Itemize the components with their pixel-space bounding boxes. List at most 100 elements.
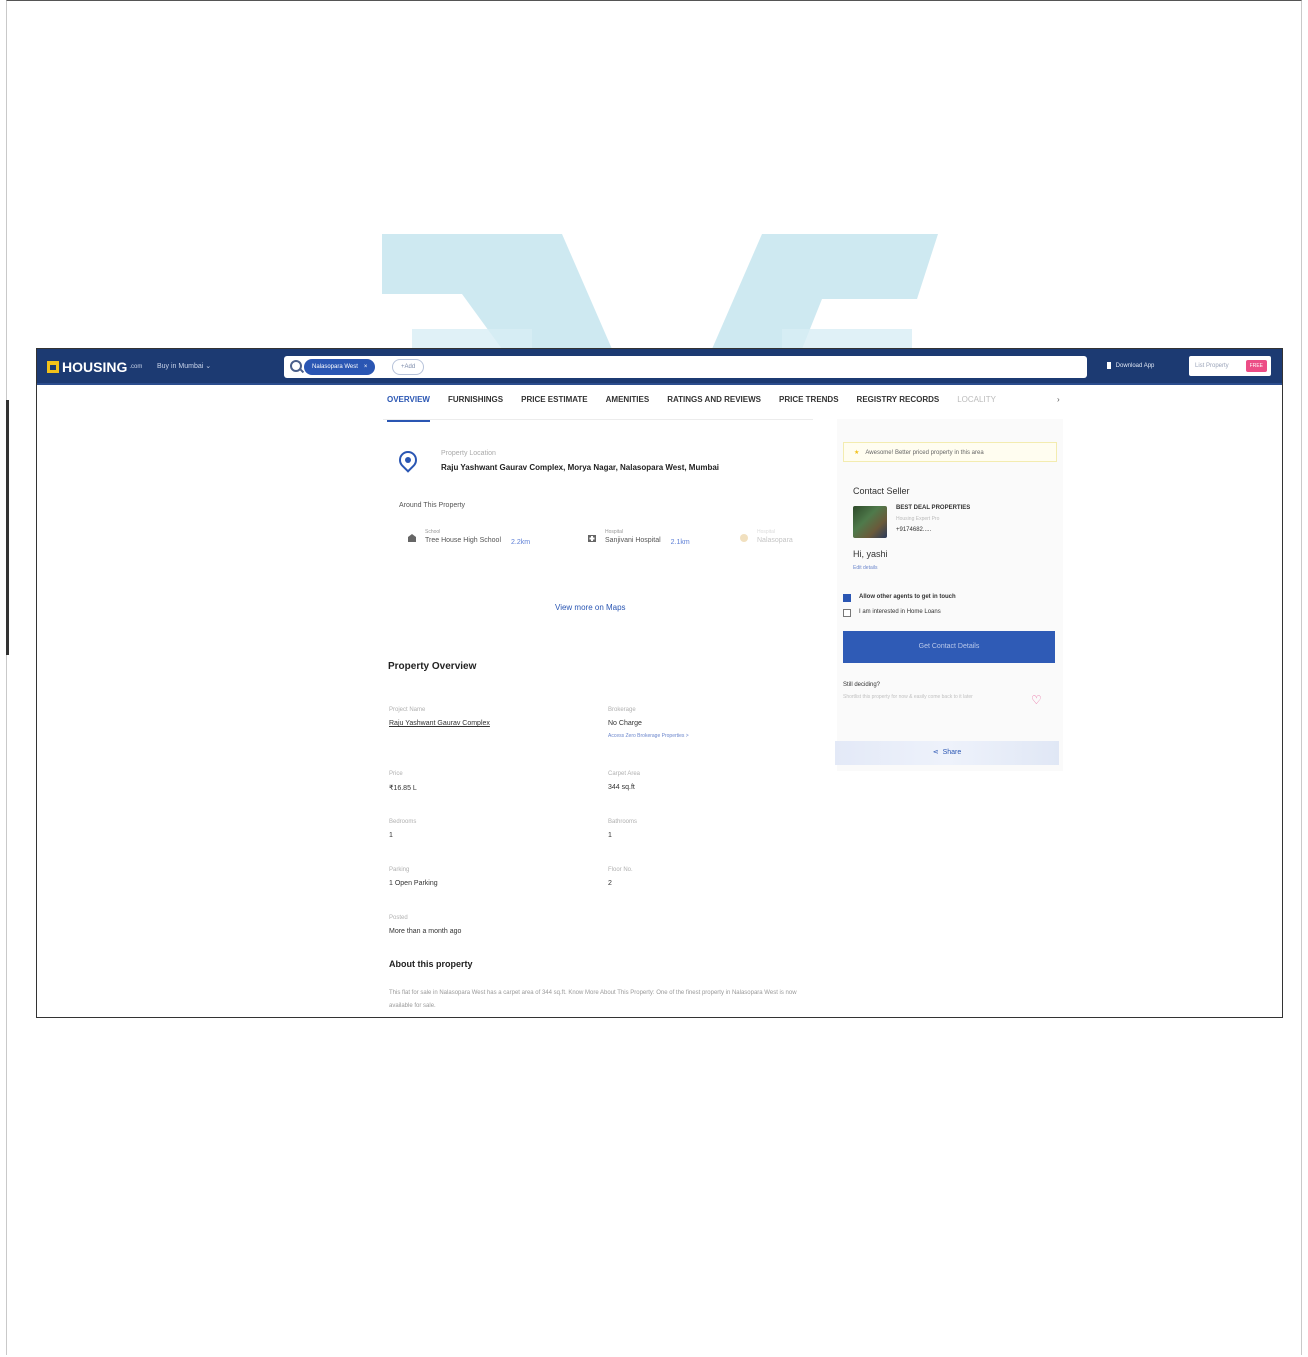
logo-text: HOUSING	[62, 359, 128, 375]
still-deciding-title: Still deciding?	[843, 682, 881, 688]
nearby-item[interactable]: Hospital Sanjivani Hospital 2.1km	[587, 529, 690, 546]
close-icon[interactable]: ×	[364, 359, 368, 375]
field-project-name: Project Name Raju Yashwant Gaurav Comple…	[389, 707, 490, 727]
nearby-category: Hospital	[757, 529, 776, 535]
field-label: Bathrooms	[608, 819, 638, 825]
project-name-link[interactable]: Raju Yashwant Gaurav Complex	[389, 720, 490, 727]
search-chip[interactable]: Nalasopara West ×	[304, 359, 376, 375]
chevron-down-icon: ⌄	[205, 363, 212, 370]
zero-brokerage-link[interactable]: Access Zero Brokerage Properties >	[608, 733, 689, 739]
nearby-category: Hospital	[605, 529, 624, 535]
share-icon: ⋖	[932, 749, 939, 756]
nearby-name: Nalasopara	[757, 537, 793, 544]
field-parking: Parking 1 Open Parking	[389, 867, 438, 887]
city-label: Buy in Mumbai	[157, 363, 204, 370]
overview-title: Property Overview	[388, 661, 477, 672]
logo-suffix: .com	[129, 364, 143, 370]
home-loan-checkbox[interactable]	[843, 609, 851, 617]
search-bar[interactable]: Nalasopara West × +Add	[284, 356, 1087, 378]
promo-banner: ★ Awesome! Better priced property in this…	[843, 442, 1057, 462]
margin-mark	[6, 400, 9, 655]
nearby-item[interactable]: School Tree House High School 2.2km	[407, 529, 530, 546]
field-label: Floor No.	[608, 867, 633, 873]
search-chip-label: Nalasopara West	[312, 364, 358, 370]
nearby-category: School	[425, 529, 441, 535]
field-value: 2	[608, 880, 612, 887]
tab-locality[interactable]: LOCALITY	[957, 395, 996, 422]
field-bathrooms: Bathrooms 1	[608, 819, 637, 839]
school-icon	[407, 533, 417, 543]
field-label: Project Name	[389, 707, 426, 713]
tab-ratings-reviews[interactable]: RATINGS AND REVIEWS	[667, 395, 761, 422]
tab-price-estimate[interactable]: PRICE ESTIMATE	[521, 395, 588, 422]
view-more-maps-link[interactable]: View more on Maps	[555, 603, 626, 612]
seller-phone: +9174682.....	[896, 527, 932, 533]
home-loan-label: I am interested in Home Loans	[859, 609, 941, 615]
property-address: Raju Yashwant Gaurav Complex, Morya Naga…	[441, 463, 720, 472]
get-contact-details-button[interactable]: Get Contact Details	[843, 631, 1055, 663]
location-label: Property Location	[441, 450, 496, 457]
section-tabs: OVERVIEW FURNISHINGS PRICE ESTIMATE AMEN…	[387, 395, 996, 422]
field-label: Brokerage	[608, 707, 636, 713]
heart-icon[interactable]: ♡	[1031, 693, 1042, 707]
field-floor: Floor No. 2	[608, 867, 633, 887]
add-locality-button[interactable]: +Add	[392, 359, 425, 375]
field-brokerage: Brokerage No Charge Access Zero Brokerag…	[608, 707, 689, 739]
share-button[interactable]: ⋖ Share	[835, 741, 1059, 765]
seller-avatar	[853, 506, 887, 538]
tab-divider	[383, 419, 813, 420]
nearby-item[interactable]: Hospital Nalasopara	[739, 529, 793, 544]
tab-overview[interactable]: OVERVIEW	[387, 395, 430, 422]
field-label: Bedrooms	[389, 819, 417, 825]
tab-price-trends[interactable]: PRICE TRENDS	[779, 395, 839, 422]
around-title: Around This Property	[399, 502, 466, 509]
chevron-right-icon[interactable]: ›	[1057, 395, 1060, 404]
location-pin-icon	[395, 447, 421, 473]
field-value: ₹16.85 L	[389, 785, 417, 792]
download-app-link[interactable]: Download App	[1107, 362, 1154, 369]
field-label: Parking	[389, 867, 410, 873]
star-icon: ★	[854, 450, 860, 456]
tab-furnishings[interactable]: FURNISHINGS	[448, 395, 503, 422]
list-property-label: List Property	[1195, 363, 1229, 369]
promo-text: Awesome! Better priced property in this …	[865, 450, 984, 456]
search-icon	[290, 360, 302, 372]
contact-seller-title: Contact Seller	[853, 486, 910, 496]
header-bar: HOUSING .com Buy in Mumbai ⌄ Nalasopara …	[37, 349, 1282, 385]
download-app-label: Download App	[1115, 363, 1155, 370]
field-value: 344 sq.ft	[608, 784, 635, 791]
field-value: 1	[389, 832, 393, 839]
tab-registry-records[interactable]: REGISTRY RECORDS	[857, 395, 940, 422]
edit-details-link[interactable]: Edit details	[853, 565, 877, 571]
list-property-button[interactable]: List Property FREE	[1189, 356, 1271, 376]
screenshot-window: HOUSING .com Buy in Mumbai ⌄ Nalasopara …	[36, 348, 1283, 1018]
field-label: Price	[389, 771, 403, 777]
nearby-distance: 2.2km	[511, 539, 531, 546]
nearby-name: Sanjivani Hospital	[605, 537, 661, 544]
about-title: About this property	[389, 959, 473, 969]
field-value: More than a month ago	[389, 928, 462, 935]
city-selector[interactable]: Buy in Mumbai ⌄	[157, 362, 211, 370]
about-text: This flat for sale in Nalasopara West ha…	[389, 990, 797, 1009]
watermark-logo	[382, 234, 938, 349]
hospital-icon	[587, 533, 597, 543]
seller-subtitle: Housing Expert Pro	[896, 516, 940, 522]
housing-logo[interactable]: HOUSING .com	[47, 359, 142, 375]
house-icon	[47, 361, 59, 373]
field-label: Carpet Area	[608, 771, 641, 777]
still-deciding-text: Shortlist this property for now & easily…	[843, 694, 973, 700]
field-value: 1 Open Parking	[389, 880, 438, 887]
allow-agents-checkbox[interactable]	[843, 594, 851, 602]
phone-icon	[1107, 362, 1111, 369]
field-carpet-area: Carpet Area 344 sq.ft	[608, 771, 640, 791]
hospital-icon	[739, 533, 749, 543]
allow-agents-label: Allow other agents to get in touch	[859, 594, 956, 600]
field-bedrooms: Bedrooms 1	[389, 819, 416, 839]
tab-amenities[interactable]: AMENITIES	[606, 395, 650, 422]
nearby-distance: 2.1km	[670, 539, 690, 546]
nearby-name: Tree House High School	[425, 537, 502, 544]
field-posted: Posted More than a month ago	[389, 915, 461, 935]
share-label: Share	[942, 749, 962, 756]
field-label: Posted	[389, 915, 408, 921]
field-price: Price ₹16.85 L	[389, 771, 417, 792]
